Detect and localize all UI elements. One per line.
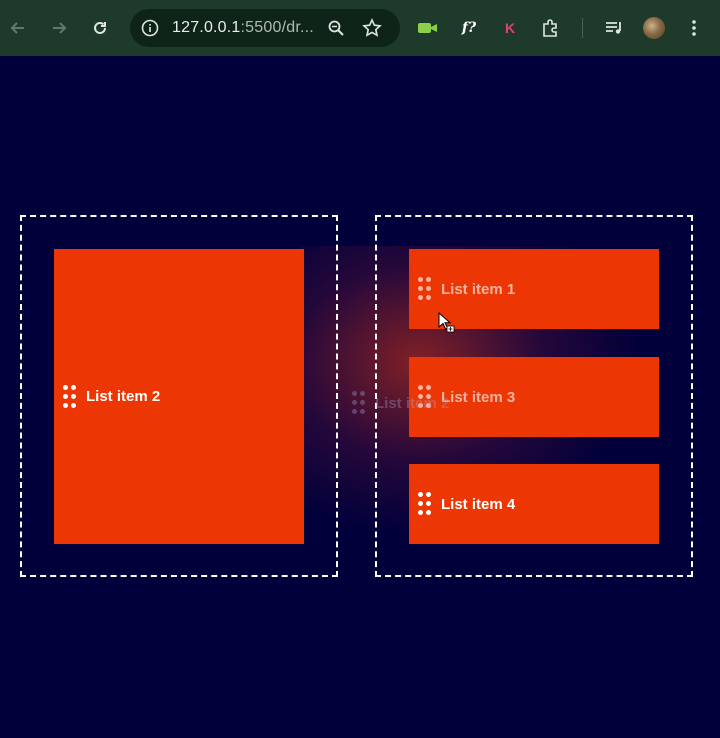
url-path: :5500/dr... bbox=[240, 19, 314, 36]
forward-arrow-icon[interactable] bbox=[45, 14, 73, 42]
drag-handle-icon[interactable] bbox=[63, 384, 77, 409]
list-item-label: List item 2 bbox=[86, 388, 161, 405]
url-text: 127.0.0.1:5500/dr... bbox=[172, 19, 314, 37]
page-canvas: List item 2 List item 1 List item 3 List… bbox=[0, 56, 720, 738]
extensions-puzzle-icon[interactable] bbox=[537, 14, 565, 42]
url-host: 127.0.0.1 bbox=[172, 19, 241, 36]
mouse-cursor-icon bbox=[438, 312, 455, 333]
media-queue-icon[interactable] bbox=[600, 14, 628, 42]
toolbar-separator bbox=[582, 18, 583, 38]
bookmark-star-icon[interactable] bbox=[358, 14, 386, 42]
font-extension-icon[interactable]: f? bbox=[455, 14, 483, 42]
browser-toolbar: 127.0.0.1:5500/dr... f? K bbox=[0, 0, 720, 56]
back-arrow-icon[interactable] bbox=[4, 14, 32, 42]
reload-icon[interactable] bbox=[86, 14, 114, 42]
drag-handle-icon[interactable] bbox=[418, 385, 432, 409]
list-item-card[interactable]: List item 2 bbox=[54, 249, 304, 544]
k-extension-icon[interactable]: K bbox=[496, 14, 524, 42]
drag-handle-icon[interactable] bbox=[418, 277, 432, 301]
list-item-label: List item 1 bbox=[441, 280, 516, 298]
drag-handle-icon[interactable] bbox=[418, 492, 432, 516]
k-extension-label: K bbox=[504, 20, 516, 36]
font-extension-label: f? bbox=[461, 20, 477, 36]
address-bar[interactable]: 127.0.0.1:5500/dr... bbox=[130, 9, 400, 47]
zoom-icon[interactable] bbox=[322, 14, 350, 42]
list-item-card[interactable]: List item 3 bbox=[409, 357, 659, 437]
list-item-label: List item 4 bbox=[441, 495, 516, 513]
video-camera-icon[interactable] bbox=[414, 14, 442, 42]
kebab-menu-icon[interactable] bbox=[680, 14, 708, 42]
drag-handle-icon bbox=[352, 391, 366, 415]
list-item-card[interactable]: List item 4 bbox=[409, 464, 659, 544]
site-info-icon[interactable] bbox=[136, 14, 164, 42]
list-item-label: List item 3 bbox=[441, 388, 516, 406]
profile-avatar[interactable] bbox=[643, 17, 665, 39]
